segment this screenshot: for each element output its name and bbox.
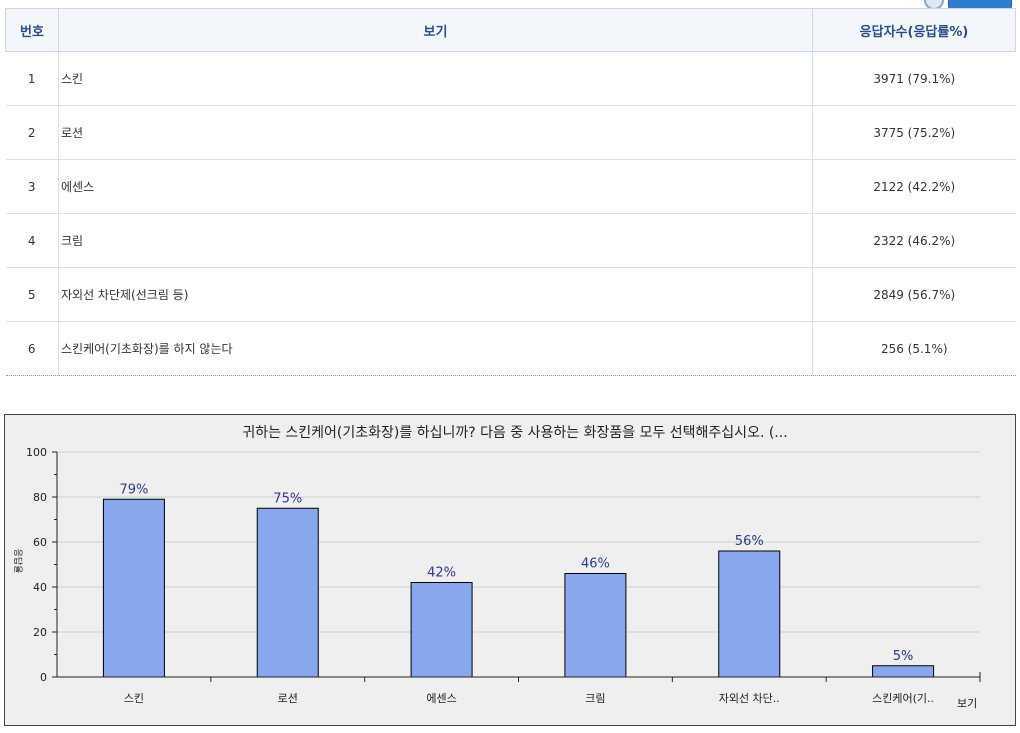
cell-option: 에센스: [58, 159, 813, 214]
cell-count: 3775 (75.2%): [812, 105, 1016, 160]
cell-option: 스킨케어(기초화장)를 하지 않는다: [58, 321, 813, 376]
cell-option: 자외선 차단제(선크림 등): [58, 267, 813, 322]
y-tick-label: 100: [26, 446, 47, 459]
y-tick-label: 80: [33, 491, 47, 504]
table-row: 2 로션 3775 (75.2%): [5, 105, 1016, 160]
table-row: 4 크림 2322 (46.2%): [5, 213, 1016, 268]
cell-option: 로션: [58, 105, 813, 160]
x-tick-label: 에센스: [426, 692, 456, 705]
cell-num: 2: [5, 105, 59, 160]
data-label: 75%: [273, 491, 302, 506]
bar: [872, 665, 935, 678]
col-header-num: 번호: [5, 8, 59, 52]
data-label: 42%: [427, 566, 456, 581]
cell-num: 4: [5, 213, 59, 268]
x-tick-label: 자외선 차단..: [719, 692, 780, 705]
x-axis-label: 보기: [957, 697, 977, 710]
x-tick-label: 크림: [585, 692, 605, 705]
y-tick-label: 20: [33, 626, 47, 639]
bar-chart: 귀하는 스킨케어(기초화장)를 하십니까? 다음 중 사용하는 화장품을 모두 …: [4, 414, 1016, 726]
cell-count: 256 (5.1%): [812, 321, 1016, 376]
bar: [564, 573, 627, 678]
table-row: 6 스킨케어(기초화장)를 하지 않는다 256 (5.1%): [5, 321, 1016, 376]
table-row: 1 스킨 3971 (79.1%): [5, 51, 1016, 106]
cell-option: 크림: [58, 213, 813, 268]
table-header-row: 번호 보기 응답자수(응답률%): [5, 8, 1016, 52]
cell-option: 스킨: [58, 51, 813, 106]
x-tick-label: 스킨: [124, 692, 144, 705]
x-tick-label: 로션: [278, 692, 298, 705]
y-tick-label: 40: [33, 581, 47, 594]
bar: [410, 582, 473, 678]
col-header-option: 보기: [58, 8, 813, 52]
table-row: 5 자외선 차단제(선크림 등) 2849 (56.7%): [5, 267, 1016, 322]
chart-title: 귀하는 스킨케어(기초화장)를 하십니까? 다음 중 사용하는 화장품을 모두 …: [242, 425, 787, 441]
cell-num: 3: [5, 159, 59, 214]
data-label: 56%: [735, 534, 764, 549]
cell-num: 5: [5, 267, 59, 322]
bar: [102, 498, 165, 678]
data-label: 79%: [119, 482, 148, 497]
cell-count: 3971 (79.1%): [812, 51, 1016, 106]
y-tick-label: 0: [40, 671, 47, 684]
x-tick-label: 스킨케어(기..: [872, 692, 934, 705]
bar: [718, 550, 781, 678]
cell-count: 2849 (56.7%): [812, 267, 1016, 322]
y-tick-label: 60: [33, 536, 47, 549]
cell-count: 2322 (46.2%): [812, 213, 1016, 268]
data-label: 5%: [893, 649, 914, 664]
cell-count: 2122 (42.2%): [812, 159, 1016, 214]
result-table: 번호 보기 응답자수(응답률%) 1 스킨 3971 (79.1%) 2 로션 …: [5, 8, 1016, 376]
table-row: 3 에센스 2122 (42.2%): [5, 159, 1016, 214]
chart-canvas: 귀하는 스킨케어(기초화장)를 하십니까? 다음 중 사용하는 화장품을 모두 …: [12, 425, 981, 710]
col-header-count: 응답자수(응답률%): [812, 8, 1016, 52]
cell-num: 1: [5, 51, 59, 106]
bar: [256, 507, 319, 678]
y-axis-label: 응답율: [12, 549, 24, 574]
data-label: 46%: [581, 557, 610, 572]
cell-num: 6: [5, 321, 59, 376]
